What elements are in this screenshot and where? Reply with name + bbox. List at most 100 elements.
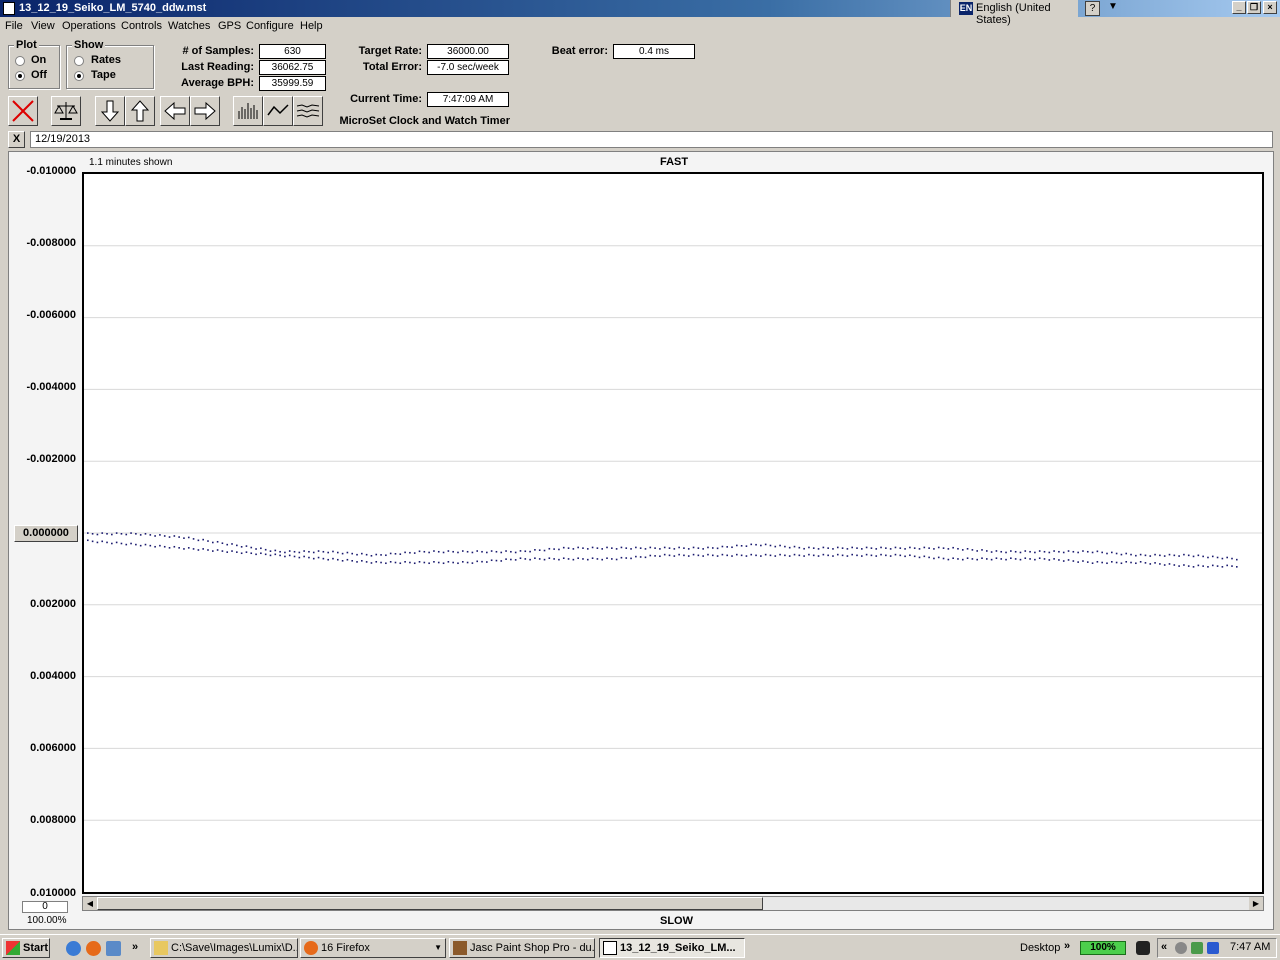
line-plot-button[interactable] <box>263 96 293 126</box>
data-point <box>875 548 878 550</box>
menu-operations[interactable]: Operations <box>62 20 116 32</box>
options-arrow-icon[interactable]: ▼ <box>1108 1 1118 12</box>
data-point <box>221 542 224 545</box>
data-point <box>1192 566 1195 568</box>
data-point <box>947 558 950 561</box>
battery-indicator[interactable]: 100% <box>1080 941 1126 955</box>
data-point <box>1216 565 1219 567</box>
taskbar-item-paintshop[interactable]: Jasc Paint Shop Pro - du... <box>449 938 595 958</box>
scrollbar-thumb[interactable] <box>97 897 763 910</box>
menu-gps[interactable]: GPS <box>218 20 241 32</box>
data-point <box>433 561 435 563</box>
data-point <box>865 553 868 556</box>
data-point <box>990 558 993 561</box>
data-point <box>711 554 714 557</box>
scroll-right-icon[interactable]: ▶ <box>1249 897 1263 910</box>
desktop-more[interactable]: » <box>1064 940 1070 952</box>
data-point <box>543 549 546 552</box>
scroll-left-icon[interactable]: ◀ <box>83 897 97 910</box>
data-point <box>457 562 459 565</box>
menu-watches[interactable]: Watches <box>168 20 210 32</box>
desktop-toolbar-label[interactable]: Desktop <box>1020 942 1060 954</box>
data-point <box>793 545 796 548</box>
data-point <box>1034 558 1036 561</box>
security-icon[interactable] <box>1191 942 1203 954</box>
data-point <box>264 548 267 551</box>
data-point <box>1000 558 1003 560</box>
network-icon[interactable] <box>1175 942 1187 954</box>
data-point <box>1101 561 1103 564</box>
data-point <box>288 550 291 552</box>
down-button[interactable] <box>95 96 125 126</box>
display-icon[interactable] <box>1207 942 1219 954</box>
histogram-button[interactable] <box>233 96 263 126</box>
ie-icon[interactable] <box>66 941 81 956</box>
data-point <box>1077 551 1079 554</box>
data-point <box>635 555 637 558</box>
plot-off-radio[interactable] <box>15 71 25 81</box>
samples-label: # of Samples: <box>182 45 254 57</box>
taskbar-item-explorer[interactable]: C:\Save\Images\Lumix\D... <box>150 938 298 958</box>
data-point <box>558 558 560 561</box>
zoom-value[interactable]: 0 <box>22 901 68 913</box>
tray-expand[interactable]: « <box>1161 941 1167 953</box>
menu-help[interactable]: Help <box>300 20 323 32</box>
data-point <box>1221 557 1224 560</box>
data-point <box>284 551 286 554</box>
menu-controls[interactable]: Controls <box>121 20 162 32</box>
data-point <box>255 548 257 550</box>
balance-button[interactable] <box>51 96 81 126</box>
plot-on-radio[interactable] <box>15 56 25 66</box>
y-tick-label: 0.002000 <box>30 598 76 610</box>
data-point <box>1226 556 1228 559</box>
horizontal-scrollbar[interactable]: ◀ ▶ <box>82 896 1264 911</box>
data-point <box>1135 562 1137 565</box>
data-point <box>341 552 344 555</box>
maximize-button[interactable]: ❐ <box>1247 1 1261 14</box>
quicklaunch-icon[interactable] <box>106 941 121 956</box>
menu-view[interactable]: View <box>31 20 55 32</box>
date-field[interactable]: 12/19/2013 <box>30 131 1273 148</box>
data-point <box>774 555 777 557</box>
data-point <box>120 533 123 535</box>
taskbar-item-firefox[interactable]: 16 Firefox ▼ <box>300 938 446 958</box>
show-rates-radio[interactable] <box>74 56 84 66</box>
quicklaunch-more[interactable]: » <box>132 941 138 953</box>
start-button[interactable]: Start <box>2 938 50 958</box>
left-button[interactable] <box>160 96 190 126</box>
language-bar[interactable]: EN English (United States) <box>950 0 1078 26</box>
power-plug-icon[interactable] <box>1136 941 1150 955</box>
stop-button[interactable] <box>8 96 38 126</box>
data-point <box>1231 565 1233 567</box>
y-tick-label: -0.010000 <box>26 165 76 177</box>
close-button[interactable]: × <box>1263 1 1277 14</box>
data-point <box>736 553 738 556</box>
menu-file[interactable]: File <box>5 20 23 32</box>
menu-configure[interactable]: Configure <box>246 20 294 32</box>
up-button[interactable] <box>125 96 155 126</box>
data-point <box>1197 554 1200 557</box>
data-point <box>630 557 632 560</box>
clock[interactable]: 7:47 AM <box>1230 941 1270 953</box>
show-tape-radio[interactable] <box>74 71 84 81</box>
taskbar-item-label: Jasc Paint Shop Pro - du... <box>470 942 595 954</box>
tape-plot-button[interactable] <box>293 96 323 126</box>
minimize-button[interactable]: _ <box>1232 1 1246 14</box>
data-point <box>769 554 772 557</box>
data-point <box>582 547 584 549</box>
data-point <box>1072 560 1075 562</box>
taskbar-item-microset[interactable]: 13_12_19_Seiko_LM... <box>599 938 745 958</box>
date-clear-button[interactable]: X <box>8 131 25 148</box>
right-button[interactable] <box>190 96 220 126</box>
data-point <box>389 552 392 555</box>
data-point <box>644 548 647 550</box>
beat-error-label: Beat error: <box>551 45 608 57</box>
data-point <box>433 550 435 552</box>
plot-svg <box>84 245 1262 821</box>
zero-reset-button[interactable]: 0.000000 <box>14 525 78 542</box>
help-icon[interactable]: ? <box>1085 1 1100 16</box>
data-point <box>750 543 753 546</box>
data-point <box>644 556 647 559</box>
data-point <box>1010 550 1012 552</box>
firefox-icon[interactable] <box>86 941 101 956</box>
